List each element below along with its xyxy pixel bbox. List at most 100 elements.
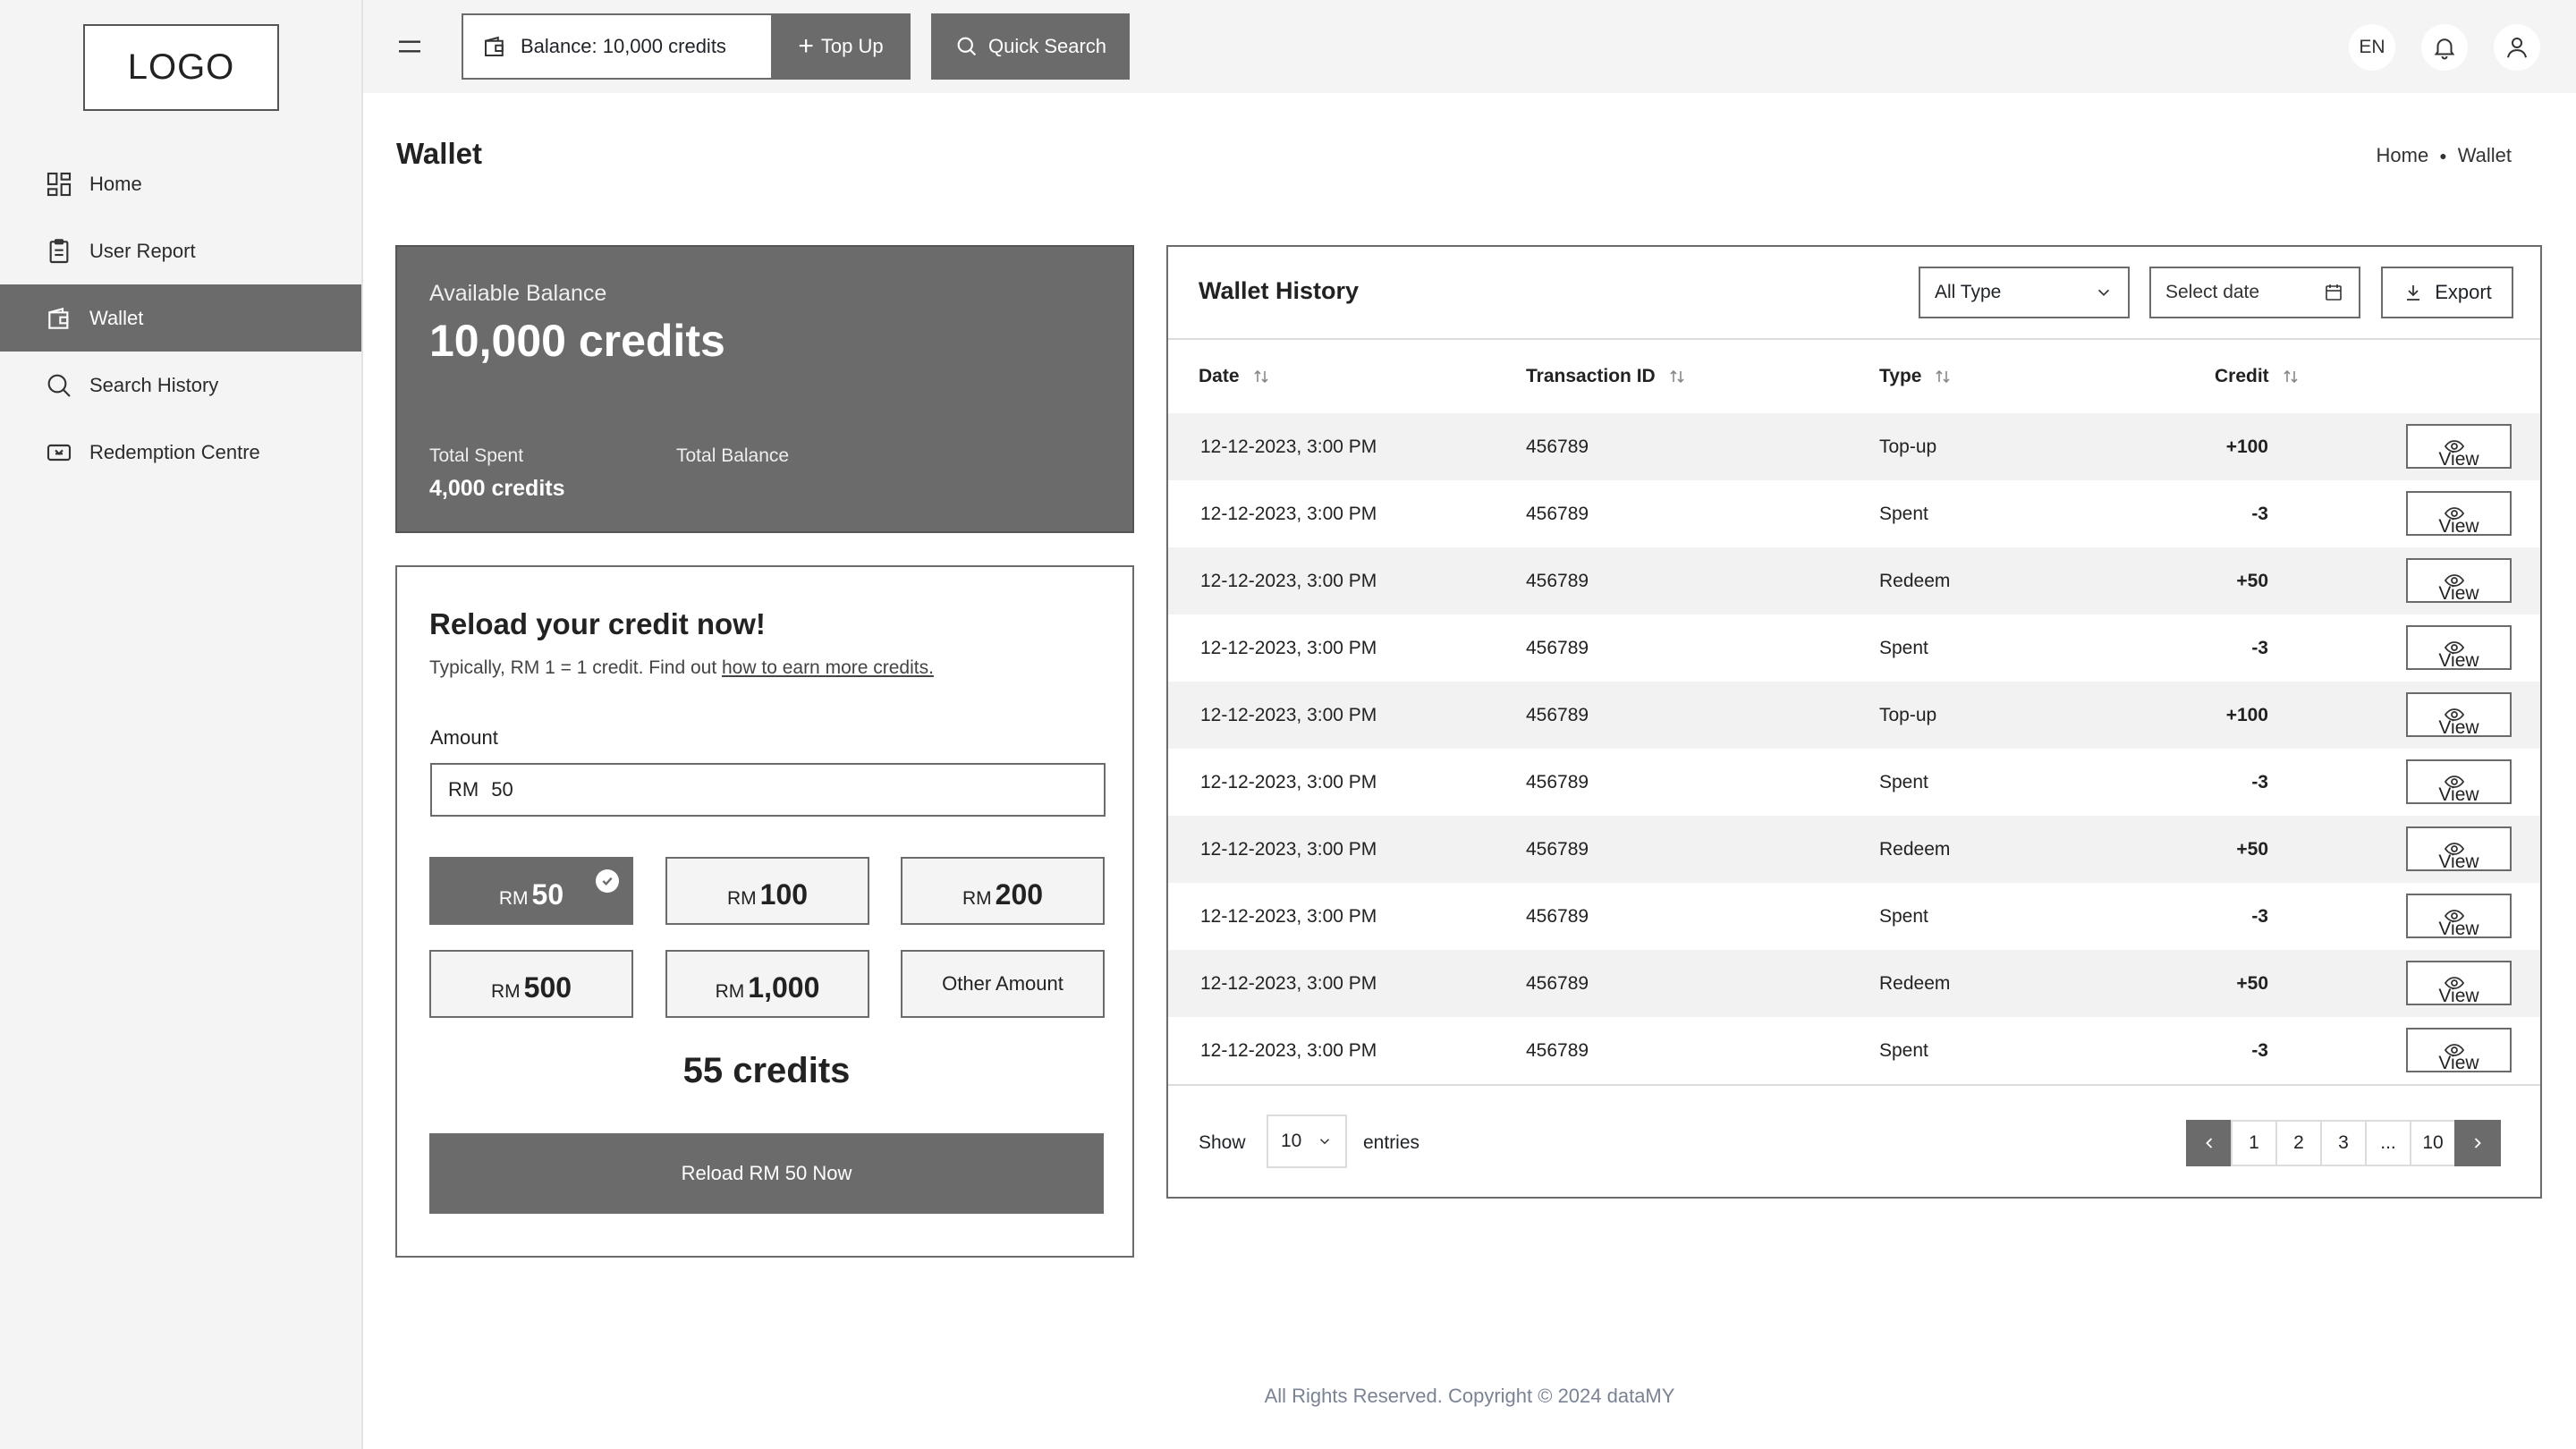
column-header-label: Type (1879, 366, 1922, 386)
amount-option-500[interactable]: RM 500 (429, 950, 633, 1018)
sidebar-item-home[interactable]: Home (0, 150, 361, 217)
view-label: View (2438, 583, 2479, 604)
view-button[interactable]: View (2406, 424, 2512, 470)
download-icon (2407, 285, 2420, 301)
table-row: 12-12-2023, 3:00 PM 456789 Top-up +100 View (1168, 413, 2540, 480)
column-header-credit[interactable]: Credit (2215, 366, 2301, 387)
cell-date: 12-12-2023, 3:00 PM (1200, 571, 1377, 591)
top-up-label: Top Up (820, 35, 884, 57)
plus-icon: + (798, 31, 814, 61)
currency-prefix: RM (448, 778, 479, 801)
column-header-type[interactable]: Type (1879, 366, 1953, 387)
table-row: 12-12-2023, 3:00 PM 456789 Spent -3 View (1168, 480, 2540, 547)
cell-date: 12-12-2023, 3:00 PM (1200, 906, 1377, 927)
sidebar-item-user-report[interactable]: User Report (0, 217, 361, 284)
cell-type: Spent (1879, 504, 1928, 524)
type-filter-select[interactable]: All Type (1919, 267, 2130, 318)
sidebar-item-redemption-centre[interactable]: Redemption Centre (0, 419, 361, 486)
language-label: EN (2359, 37, 2385, 57)
page-size-select[interactable]: 10 (1267, 1114, 1347, 1168)
wallet-history-title: Wallet History (1199, 277, 1360, 304)
breadcrumb: Home ● Wallet (2377, 144, 2512, 167)
page-button[interactable]: 10 (2410, 1120, 2456, 1166)
amount-field[interactable]: RM (430, 763, 1106, 817)
cell-type: Redeem (1879, 571, 1951, 591)
notifications-button[interactable] (2421, 24, 2468, 71)
bell-icon (2434, 38, 2455, 60)
cell-credit: +100 (2225, 705, 2268, 725)
language-button[interactable]: EN (2349, 24, 2395, 71)
cell-credit: -3 (2251, 504, 2268, 524)
breadcrumb-home[interactable]: Home (2377, 144, 2429, 167)
menu-icon[interactable] (395, 32, 424, 61)
calendar-icon (2326, 284, 2342, 301)
cell-date: 12-12-2023, 3:00 PM (1200, 973, 1377, 994)
export-button[interactable]: Export (2381, 267, 2513, 318)
reload-now-button[interactable]: Reload RM 50 Now (429, 1133, 1104, 1214)
amount-option-50[interactable]: RM 50 (429, 857, 633, 925)
next-page-button[interactable] (2454, 1120, 2501, 1166)
amount-option-200[interactable]: RM 200 (901, 857, 1105, 925)
sort-icon (1936, 369, 1951, 384)
prev-page-button[interactable] (2186, 1120, 2233, 1166)
cell-transaction-id: 456789 (1526, 906, 1589, 927)
column-header-label: Credit (2215, 366, 2269, 386)
view-label: View (2438, 449, 2479, 470)
view-button[interactable]: View (2406, 1028, 2512, 1073)
quick-search-button[interactable]: Quick Search (931, 13, 1130, 80)
page-ellipsis: ... (2365, 1120, 2411, 1166)
other-amount-button[interactable]: Other Amount (901, 950, 1105, 1018)
chevron-down-icon (1319, 1139, 1330, 1145)
cell-transaction-id: 456789 (1526, 973, 1589, 994)
view-button[interactable]: View (2406, 625, 2512, 671)
reload-now-label: Reload RM 50 Now (681, 1162, 852, 1184)
table-footer: Show 10 entries 1 2 3 ... 10 (1168, 1084, 2540, 1199)
amount-option-100[interactable]: RM 100 (665, 857, 869, 925)
cell-type: Spent (1879, 906, 1928, 927)
pagination: 1 2 3 ... 10 (2186, 1120, 2501, 1166)
table-row: 12-12-2023, 3:00 PM 456789 Top-up +100 View (1168, 682, 2540, 749)
page-button[interactable]: 1 (2231, 1120, 2277, 1166)
column-header-transaction-id[interactable]: Transaction ID (1526, 366, 1688, 387)
amount-input[interactable] (491, 778, 1029, 801)
entries-label: entries (1363, 1132, 1420, 1153)
view-button[interactable]: View (2406, 961, 2512, 1006)
page-button[interactable]: 2 (2275, 1120, 2322, 1166)
column-header-label: Date (1199, 366, 1240, 386)
currency-label: RM (498, 888, 529, 909)
view-label: View (2438, 919, 2479, 939)
amount-value: 1,000 (748, 971, 820, 1004)
sidebar-item-label: User Report (89, 239, 196, 262)
cell-date: 12-12-2023, 3:00 PM (1200, 1040, 1377, 1061)
total-spent-value: 4,000 credits (429, 476, 565, 501)
other-amount-label: Other Amount (942, 972, 1063, 995)
view-button[interactable]: View (2406, 558, 2512, 604)
top-up-button[interactable]: + Top Up (771, 13, 911, 80)
view-button[interactable]: View (2406, 759, 2512, 805)
balance-card: Available Balance 10,000 credits Total S… (395, 245, 1134, 533)
page-button[interactable]: 3 (2320, 1120, 2367, 1166)
view-button[interactable]: View (2406, 692, 2512, 738)
column-header-date[interactable]: Date (1199, 366, 1272, 387)
amount-value: 100 (759, 878, 809, 911)
view-button[interactable]: View (2406, 826, 2512, 872)
sidebar-item-wallet[interactable]: Wallet (0, 284, 361, 352)
cell-transaction-id: 456789 (1526, 839, 1589, 860)
view-button[interactable]: View (2406, 894, 2512, 939)
ticket-icon (47, 444, 72, 461)
table-body: 12-12-2023, 3:00 PM 456789 Top-up +100 View 1… (1168, 413, 2540, 1084)
type-filter-value: All Type (1935, 282, 2002, 302)
table-row: 12-12-2023, 3:00 PM 456789 Redeem +50 View (1168, 547, 2540, 614)
earn-more-link[interactable]: how to earn more credits. (722, 657, 934, 678)
chevron-down-icon (2097, 289, 2110, 296)
date-filter-input[interactable]: Select date (2149, 267, 2360, 318)
amount-option-1000[interactable]: RM 1,000 (665, 950, 869, 1018)
logo[interactable]: LOGO (83, 24, 279, 111)
sidebar-item-search-history[interactable]: Search History (0, 352, 361, 419)
view-button[interactable]: View (2406, 491, 2512, 537)
cell-credit: +50 (2236, 973, 2268, 994)
search-icon (47, 374, 71, 397)
profile-button[interactable] (2494, 24, 2540, 71)
table-row: 12-12-2023, 3:00 PM 456789 Spent -3 View (1168, 614, 2540, 682)
cell-transaction-id: 456789 (1526, 772, 1589, 792)
